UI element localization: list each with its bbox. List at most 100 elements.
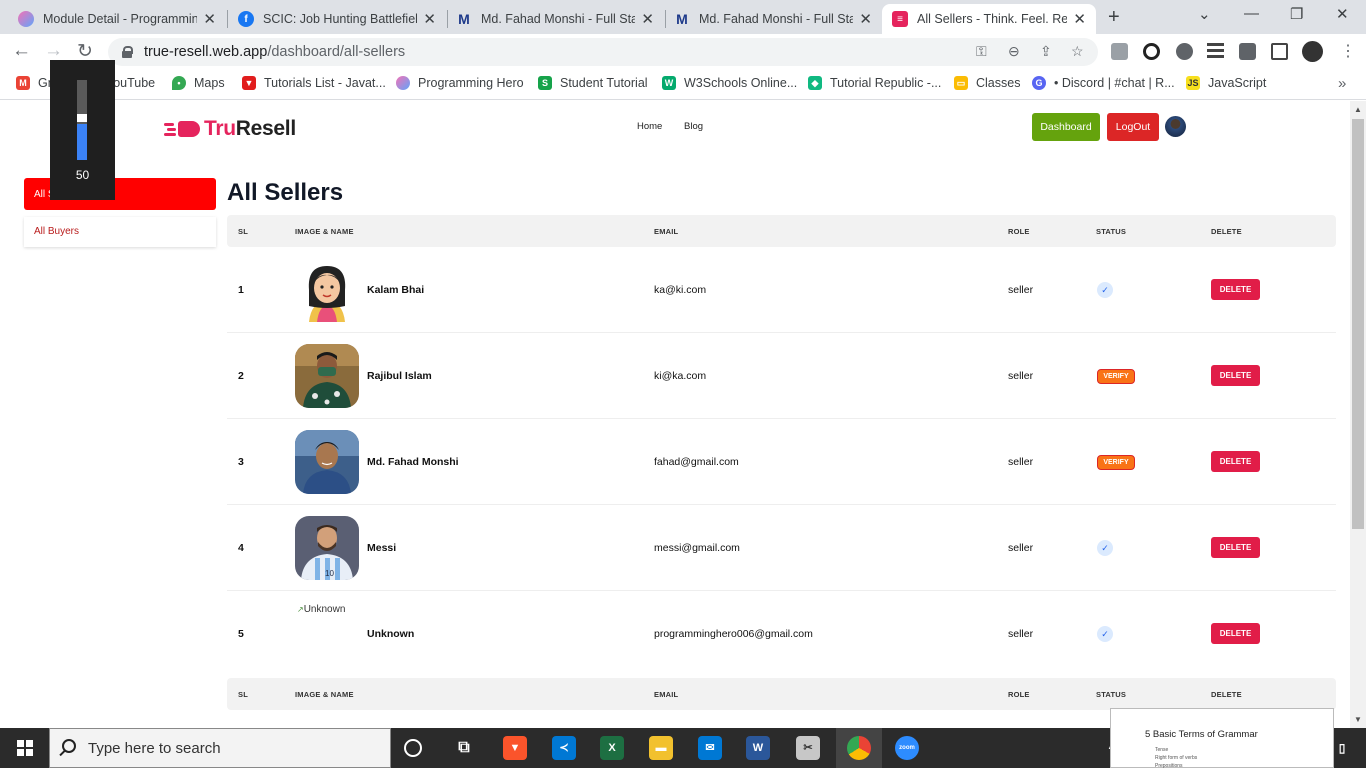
volume-overlay: 50 xyxy=(50,60,115,200)
nav-home-link[interactable]: Home xyxy=(637,121,662,132)
delete-button[interactable]: DELETE xyxy=(1211,451,1260,472)
broken-image-icon: ↗ xyxy=(297,605,304,614)
camera-extension-icon[interactable] xyxy=(1111,43,1128,60)
bookmark-star-icon[interactable]: ☆ xyxy=(1071,43,1084,60)
minimize-icon[interactable]: — xyxy=(1244,5,1259,22)
table-row: 2 Rajibul Islam ki@ka.com seller VERIFY … xyxy=(227,333,1336,419)
bookmark-item[interactable]: JS JavaScript xyxy=(1186,76,1266,90)
bookmark-item[interactable]: ▼ Tutorials List - Javat... xyxy=(242,76,386,90)
table-row: 3 Md. Fahad Monshi fahad@gmail.com selle… xyxy=(227,419,1336,505)
delete-button[interactable]: DELETE xyxy=(1211,279,1260,300)
bookmark-item[interactable]: W W3Schools Online... xyxy=(662,76,797,90)
delete-button[interactable]: DELETE xyxy=(1211,537,1260,558)
browser-tab-active[interactable]: ≡ All Sellers - Think. Feel. Resell ✕ xyxy=(882,4,1096,34)
bookmark-item[interactable]: Programming Hero xyxy=(396,76,524,90)
maps-icon: • xyxy=(172,76,186,90)
page-scrollbar[interactable]: ▲ ▼ xyxy=(1350,101,1366,728)
table-row: 4 10 Messi messi@gmail.com seller ✓ DELE… xyxy=(227,505,1336,591)
browser-tab[interactable]: M Md. Fahad Monshi - Full Stack ✕ xyxy=(664,4,882,34)
excel-icon[interactable]: X xyxy=(600,736,624,760)
nav-blog-link[interactable]: Blog xyxy=(684,121,703,132)
discord-icon: G xyxy=(1032,76,1046,90)
profile-avatar-icon[interactable] xyxy=(1302,41,1323,62)
site-logo[interactable]: TruResell xyxy=(164,117,296,141)
snipping-tool-icon[interactable]: ✂ xyxy=(796,736,820,760)
user-avatar[interactable] xyxy=(1165,116,1186,137)
vscode-icon[interactable]: ≺ xyxy=(552,736,576,760)
dashboard-button[interactable]: Dashboard xyxy=(1032,113,1100,141)
back-icon[interactable]: ← xyxy=(12,40,31,62)
browser-tab[interactable]: f SCIC: Job Hunting Battlefield ✕ xyxy=(228,4,446,34)
bookmark-label: Tutorial Republic -... xyxy=(830,76,942,90)
window-close-icon[interactable]: ✕ xyxy=(1336,5,1349,23)
footer-image-name: IMAGE & NAME xyxy=(295,690,354,699)
task-view-icon[interactable]: ⧉ xyxy=(452,736,476,760)
forward-icon[interactable]: → xyxy=(44,40,63,62)
facebook-icon: f xyxy=(238,11,254,27)
browser-tab[interactable]: Module Detail - Programming Hero ✕ xyxy=(8,4,226,34)
close-icon[interactable]: ✕ xyxy=(423,10,436,28)
sync-extension-icon[interactable] xyxy=(1143,43,1160,60)
bookmark-item[interactable]: • Maps xyxy=(172,76,225,90)
scroll-down-icon[interactable]: ▼ xyxy=(1354,715,1362,724)
scrollbar-thumb[interactable] xyxy=(1352,119,1364,529)
key-icon[interactable]: ⚿ xyxy=(976,43,987,60)
bookmark-label: JavaScript xyxy=(1208,76,1267,90)
seller-email: fahad@gmail.com xyxy=(654,456,739,468)
side-panel-icon[interactable] xyxy=(1271,43,1288,60)
windows-start-icon[interactable] xyxy=(17,740,33,756)
cortana-icon[interactable] xyxy=(404,739,422,757)
url-host: true-resell.web.app xyxy=(144,44,268,60)
bookmarks-bar: MGmail ▶YouTube •Maps ▼Tutorials List - … xyxy=(0,70,1366,100)
new-tab-icon[interactable]: + xyxy=(1108,6,1120,29)
bookmark-item[interactable]: G • Discord | #chat | R... xyxy=(1032,76,1175,90)
close-icon[interactable]: ✕ xyxy=(203,10,216,28)
more-menu-icon[interactable]: ⋮ xyxy=(1340,41,1356,61)
seller-name: Unknown xyxy=(367,628,415,640)
sidebar-item-all-buyers[interactable]: All Buyers xyxy=(24,217,216,247)
url-omnibox[interactable]: true-resell.web.app/dashboard/all-seller… xyxy=(108,38,1098,66)
table-header: SL IMAGE & NAME EMAIL ROLE STATUS DELETE xyxy=(227,215,1336,247)
browser-tab-strip: Module Detail - Programming Hero ✕ f SCI… xyxy=(0,0,1366,34)
lock-icon[interactable] xyxy=(122,46,133,58)
bookmark-item[interactable]: S Student Tutorial xyxy=(538,76,648,90)
delete-button[interactable]: DELETE xyxy=(1211,365,1260,386)
volume-knob[interactable] xyxy=(77,114,87,122)
bookmarks-overflow-icon[interactable]: » xyxy=(1338,75,1346,92)
close-icon[interactable]: ✕ xyxy=(859,10,872,28)
verify-button[interactable]: VERIFY xyxy=(1097,369,1135,384)
bookmark-label: W3Schools Online... xyxy=(684,76,798,90)
tab-search-icon[interactable]: ⌄ xyxy=(1198,5,1211,23)
bookmark-item[interactable]: ▭ Classes xyxy=(954,76,1020,90)
chrome-icon[interactable] xyxy=(847,736,871,760)
zoom-icon[interactable]: ⊖ xyxy=(1008,43,1020,60)
bookmark-label: Classes xyxy=(976,76,1021,90)
header-status: STATUS xyxy=(1096,227,1127,236)
table-footer: SL IMAGE & NAME EMAIL ROLE STATUS DELETE xyxy=(227,678,1336,710)
restore-icon[interactable]: ❐ xyxy=(1290,5,1303,23)
taskbar-thumbnail-preview[interactable]: 5 Basic Terms of Grammar Tense Right for… xyxy=(1110,708,1334,769)
share-icon[interactable]: ⇪ xyxy=(1040,43,1052,60)
zoom-icon[interactable]: zoom xyxy=(895,736,919,760)
puzzle-icon[interactable] xyxy=(1239,43,1256,60)
word-icon[interactable]: W xyxy=(746,736,770,760)
row-sl: 3 xyxy=(238,456,244,468)
row-sl: 4 xyxy=(238,542,244,554)
circle-extension-icon[interactable] xyxy=(1176,43,1193,60)
seller-name: Kalam Bhai xyxy=(367,284,425,296)
brave-icon[interactable]: ▼ xyxy=(503,736,527,760)
header-role: ROLE xyxy=(1008,227,1030,236)
mail-icon[interactable]: ✉ xyxy=(698,736,722,760)
logout-button[interactable]: LogOut xyxy=(1107,113,1159,141)
file-explorer-icon[interactable]: ▬ xyxy=(649,736,673,760)
delete-button[interactable]: DELETE xyxy=(1211,623,1260,644)
browser-tab[interactable]: M Md. Fahad Monshi - Full Stack ✕ xyxy=(446,4,664,34)
bookmark-label: Student Tutorial xyxy=(560,76,648,90)
bookmark-item[interactable]: ◆ Tutorial Republic -... xyxy=(808,76,941,90)
verify-button[interactable]: VERIFY xyxy=(1097,455,1135,470)
close-icon[interactable]: ✕ xyxy=(1073,10,1086,28)
close-icon[interactable]: ✕ xyxy=(641,10,654,28)
taskbar-search-input[interactable]: Type here to search xyxy=(49,728,391,768)
list-extension-icon[interactable] xyxy=(1207,43,1224,60)
scroll-up-icon[interactable]: ▲ xyxy=(1354,105,1362,114)
